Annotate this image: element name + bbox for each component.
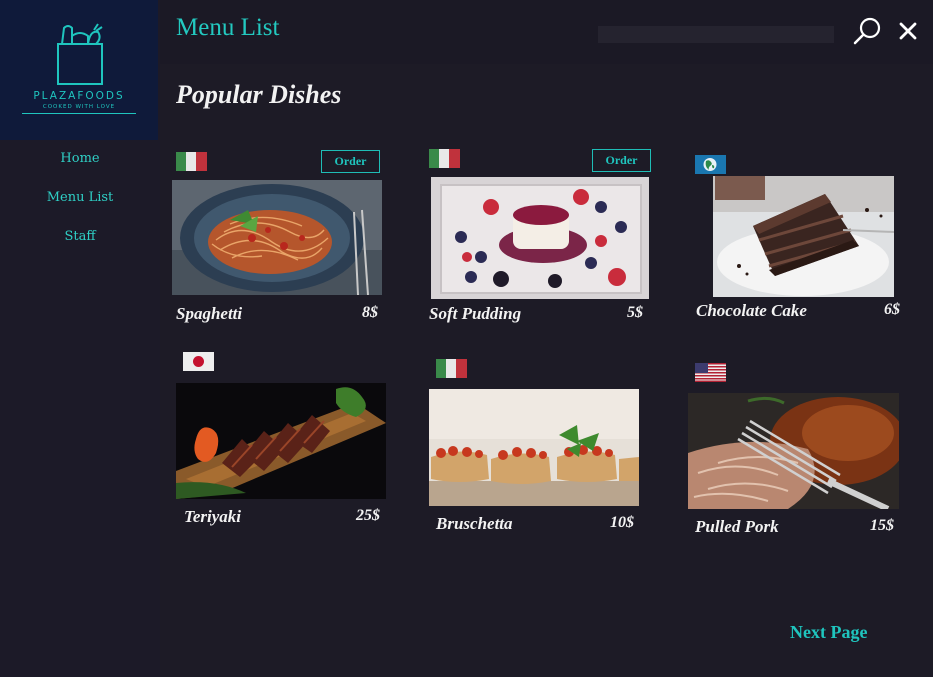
logo-underline — [22, 113, 136, 114]
sidebar-item-staff[interactable]: Staff — [0, 229, 160, 244]
dish-image-pulled-pork[interactable] — [688, 393, 899, 509]
dish-price: 15$ — [870, 517, 894, 534]
logo: PLAZAFOODS COOKED WITH LOVE — [0, 0, 158, 140]
order-button[interactable]: Order — [592, 149, 651, 172]
dish-name: Bruschetta — [436, 514, 513, 533]
logo-brand: PLAZAFOODS — [33, 90, 125, 102]
italy-flag-icon — [436, 359, 467, 378]
sidebar: PLAZAFOODS COOKED WITH LOVE Home Menu Li… — [0, 0, 160, 677]
search-icon[interactable] — [852, 16, 882, 46]
dish-name: Teriyaki — [184, 507, 241, 526]
grocery-bag-icon — [57, 23, 103, 85]
dish-name: Spaghetti — [176, 304, 243, 323]
dish-price: 6$ — [884, 301, 900, 318]
dish-price: 8$ — [362, 304, 378, 321]
sidebar-item-home[interactable]: Home — [0, 151, 160, 166]
dish-image-bruschetta[interactable] — [429, 389, 639, 506]
sidebar-item-menu-list[interactable]: Menu List — [0, 190, 160, 205]
close-icon[interactable] — [897, 20, 919, 42]
usa-flag-icon — [695, 363, 726, 382]
order-button[interactable]: Order — [321, 150, 380, 173]
dish-name: Soft Pudding — [429, 304, 522, 323]
dish-image-teriyaki[interactable] — [176, 383, 386, 499]
globe-flag-icon — [695, 155, 726, 174]
dish-price: 25$ — [356, 507, 380, 524]
dish-price: 5$ — [627, 304, 643, 321]
header: Menu List — [160, 0, 933, 64]
search-input[interactable] — [598, 26, 834, 43]
dish-name: Pulled Pork — [695, 517, 779, 536]
section-title: Popular Dishes — [176, 80, 342, 109]
dish-price: 10$ — [610, 514, 634, 531]
italy-flag-icon — [176, 152, 207, 171]
dish-name: Chocolate Cake — [696, 301, 807, 320]
dish-image-spaghetti[interactable] — [172, 180, 382, 295]
dish-image-chocolate-cake[interactable] — [713, 176, 894, 297]
next-page-link[interactable]: Next Page — [790, 622, 867, 643]
dish-image-soft-pudding[interactable] — [431, 177, 649, 299]
logo-tagline: COOKED WITH LOVE — [42, 104, 116, 110]
page-title: Menu List — [176, 14, 280, 41]
japan-flag-icon — [183, 352, 214, 371]
italy-flag-icon — [429, 149, 460, 168]
